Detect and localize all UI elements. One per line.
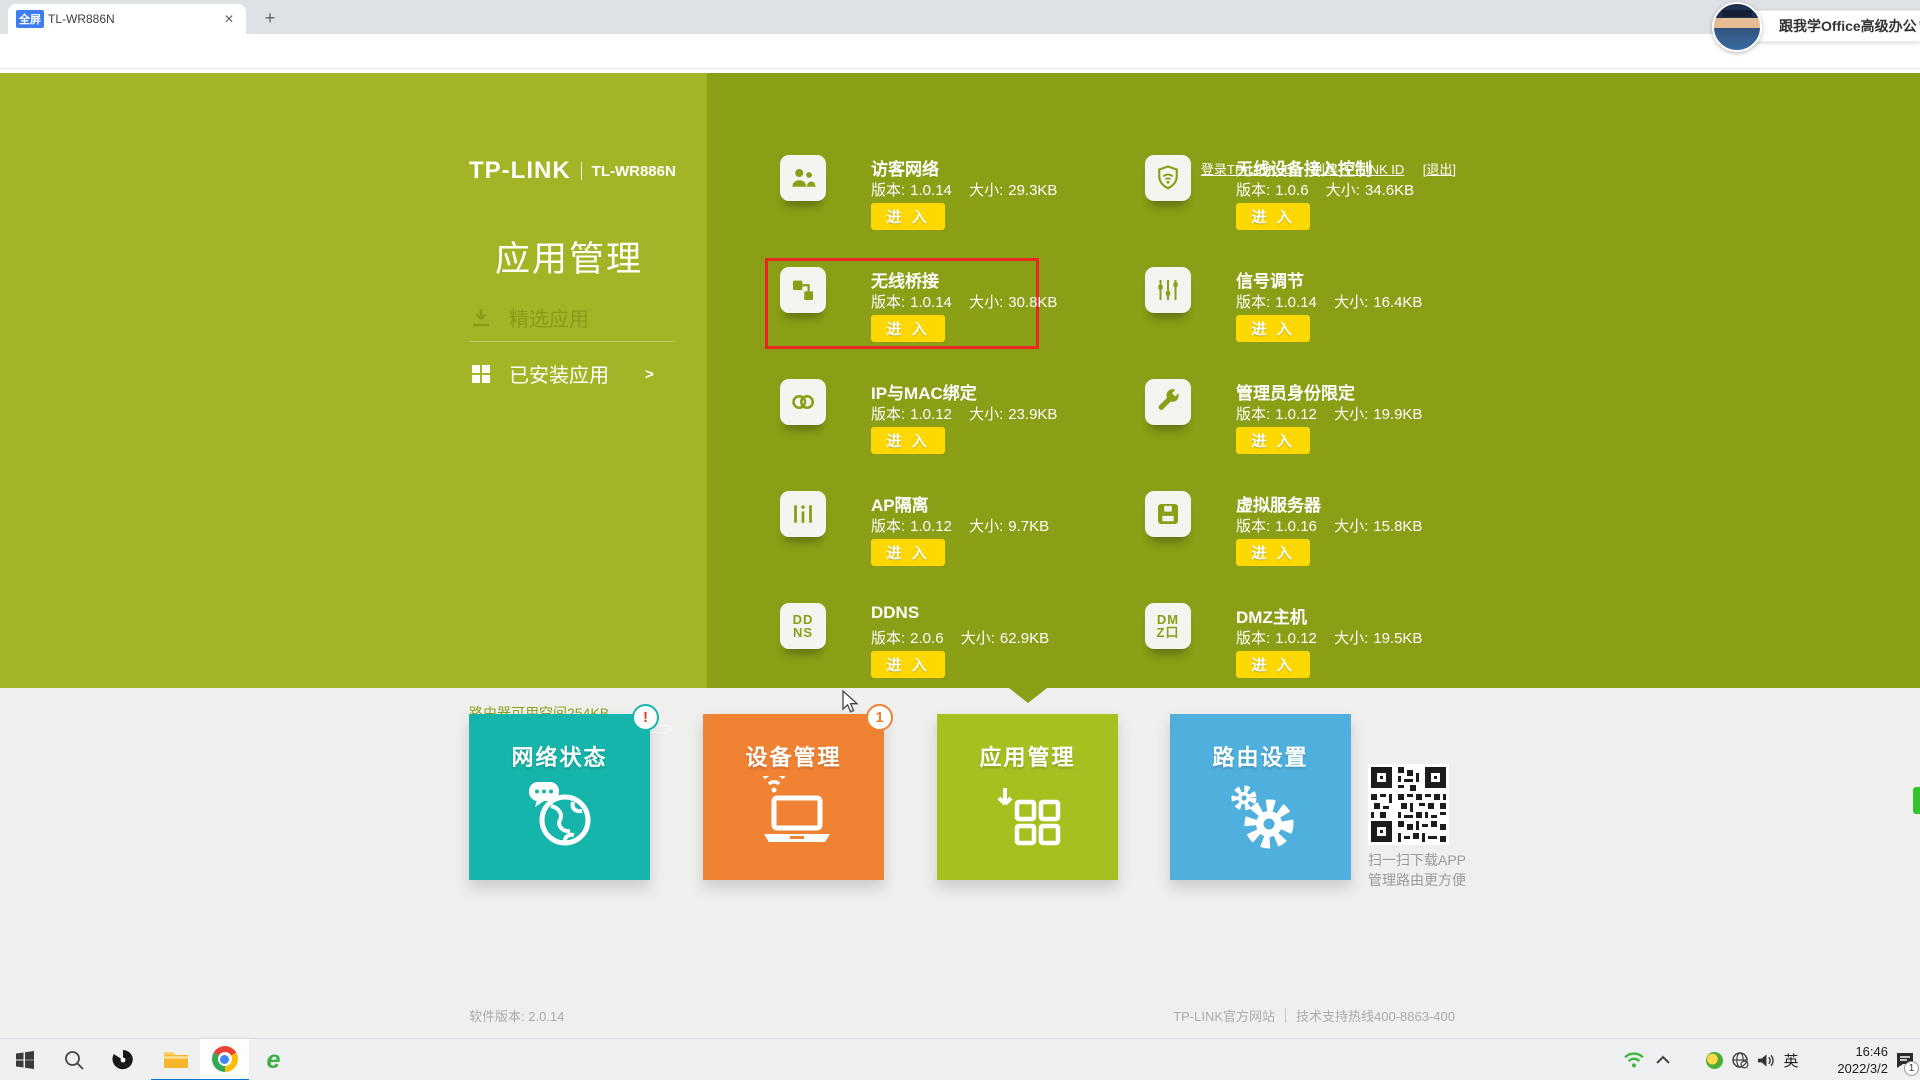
app-card-ip-mac-binding: IP与MAC绑定 版本:1.0.12 大小:23.9KB 进 入 (765, 379, 1130, 491)
app-card-virtual-server: 虚拟服务器 版本:1.0.16 大小:15.8KB 进 入 (1130, 491, 1495, 603)
browser-tab[interactable]: 全屏 TL-WR886N ✕ (8, 4, 246, 34)
disk-icon (1145, 491, 1191, 537)
grid-icon (469, 362, 493, 386)
page-footer: 软件版本: 2.0.14 TP-LINK官方网站 技术支持热线400-8863-… (0, 1006, 1920, 1032)
nav-card-device-management[interactable]: 1 设备管理 (703, 714, 884, 880)
users-icon (780, 155, 826, 201)
ime-indicator[interactable]: 英 (1779, 1039, 1803, 1080)
app-card-guest-network: 访客网络 版本:1.0.14 大小:29.3KB 进 入 (765, 155, 1130, 267)
qr-code (1368, 764, 1449, 845)
logo-text: TP-LINK (469, 157, 571, 185)
chain-link-icon (780, 379, 826, 425)
app-card-ddns: DDNS DDNS 版本:2.0.6 大小:62.9KB 进 入 (765, 603, 1130, 715)
file-explorer-icon[interactable] (151, 1039, 200, 1080)
footer-divider (1285, 1008, 1286, 1023)
browser-e-icon[interactable]: e (249, 1039, 298, 1080)
network-globe-icon[interactable] (1728, 1039, 1752, 1080)
logo-separator (581, 162, 582, 180)
mouse-cursor (840, 690, 862, 714)
app-card-wireless-bridge: 无线桥接 版本:1.0.14 大小:30.8KB 进 入 (765, 267, 1130, 379)
sidebar-divider (469, 341, 674, 342)
wifi-icon[interactable] (1620, 1039, 1648, 1080)
globe-chat-icon (521, 776, 599, 854)
browser-tabstrip: 全屏 TL-WR886N ✕ + (0, 0, 1920, 34)
sidebar-item-installed-apps[interactable]: 已安装应用 (469, 359, 609, 388)
sliders-icon (1145, 267, 1191, 313)
qr-caption-line2: 管理路由更方便 (1368, 870, 1466, 890)
laptop-wifi-icon (752, 776, 836, 850)
logo-model: TL-WR886N (592, 163, 676, 180)
screen: 全屏 TL-WR886N ✕ + 不安全 192.168.0.2 跟我学Offi… (0, 0, 1920, 1080)
tab-title: TL-WR886N (48, 12, 220, 26)
page-title: 应用管理 (469, 231, 669, 282)
start-button[interactable] (0, 1039, 49, 1080)
tray-expand-icon[interactable] (1650, 1039, 1676, 1080)
fullscreen-recorder-badge: 全屏 (16, 10, 44, 28)
enter-button[interactable]: 进 入 (871, 427, 945, 454)
download-icon (469, 306, 493, 330)
alert-badge: ! (632, 704, 659, 731)
app-card-admin-identity: 管理员身份限定 版本:1.0.12 大小:19.9KB 进 入 (1130, 379, 1495, 491)
enter-button[interactable]: 进 入 (871, 539, 945, 566)
action-center-icon[interactable]: 1 (1890, 1039, 1920, 1080)
ddns-text-icon: DDNS (780, 603, 826, 649)
enter-button[interactable]: 进 入 (1236, 315, 1310, 342)
app-card-wireless-access-control: 无线设备接入控制 版本:1.0.6 大小:34.6KB 进 入 (1130, 155, 1495, 267)
gears-icon (1219, 776, 1303, 856)
active-section-notch (1009, 688, 1047, 703)
enter-button[interactable]: 进 入 (871, 651, 945, 678)
isolation-icon (780, 491, 826, 537)
enter-button[interactable]: 进 入 (1236, 539, 1310, 566)
app-card-dmz-host: DMZ口 DMZ主机 版本:1.0.12 大小:19.5KB 进 入 (1130, 603, 1495, 715)
enter-button[interactable]: 进 入 (1236, 427, 1310, 454)
new-tab-button[interactable]: + (258, 6, 282, 30)
nav-card-router-settings[interactable]: 路由设置 (1170, 714, 1351, 880)
avatar (1712, 2, 1762, 52)
count-badge: 1 (866, 704, 893, 731)
sidebar-item-label: 已安装应用 (509, 359, 609, 388)
enter-button[interactable]: 进 入 (1236, 203, 1310, 230)
tab-close-icon[interactable]: ✕ (220, 10, 238, 28)
app-card-signal-tuning: 信号调节 版本:1.0.14 大小:16.4KB 进 入 (1130, 267, 1495, 379)
support-hotline: 技术支持热线400-8863-400 (1296, 1006, 1455, 1025)
security-tray-icon[interactable] (1702, 1039, 1726, 1080)
volume-icon[interactable] (1753, 1039, 1777, 1080)
clock[interactable]: 16:46 2022/3/2 (1818, 1043, 1888, 1077)
shield-wifi-icon (1145, 155, 1191, 201)
edge-widget-handle[interactable] (1913, 787, 1920, 814)
software-version: 软件版本: 2.0.14 (469, 1006, 564, 1025)
search-icon[interactable] (49, 1039, 98, 1080)
overlay-name-pill: 跟我学Office高级办公 V (1738, 10, 1920, 42)
apps-grid-icon (989, 776, 1067, 854)
chevron-right-icon[interactable]: > (645, 366, 654, 383)
taskbar: e 英 16:46 2022/3/2 1 (0, 1038, 1920, 1080)
tplink-logo: TP-LINK TL-WR886N (469, 157, 676, 185)
qr-caption-line1: 扫一扫下载APP (1368, 850, 1466, 870)
nav-card-network-status[interactable]: ! 网络状态 (469, 714, 650, 880)
nav-card-app-management[interactable]: 应用管理 (937, 714, 1118, 880)
sidebar-item-featured-apps[interactable]: 精选应用 (469, 303, 589, 332)
router-main-panel: TP-LINK TL-WR886N 登录TP-LINK ID 创建TP-LINK… (0, 73, 1920, 688)
app-grid: 访客网络 版本:1.0.14 大小:29.3KB 进 入 无线设备接入控制 版本… (765, 155, 1505, 715)
pinwheel-app-icon[interactable] (98, 1039, 147, 1080)
dmz-text-icon: DMZ口 (1145, 603, 1191, 649)
app-card-ap-isolation: AP隔离 版本:1.0.12 大小:9.7KB 进 入 (765, 491, 1130, 603)
browser-toolbar: 不安全 192.168.0.2 (0, 34, 1920, 69)
notification-count-badge: 1 (1904, 1061, 1919, 1076)
chrome-icon[interactable] (200, 1039, 249, 1080)
enter-button[interactable]: 进 入 (871, 203, 945, 230)
bridge-icon (780, 267, 826, 313)
enter-button[interactable]: 进 入 (871, 315, 945, 342)
sidebar-item-label: 精选应用 (509, 303, 589, 332)
overlay-username: 跟我学Office高级办公 (1779, 16, 1917, 36)
enter-button[interactable]: 进 入 (1236, 651, 1310, 678)
wrench-icon (1145, 379, 1191, 425)
official-site-label: TP-LINK官方网站 (1173, 1006, 1275, 1025)
